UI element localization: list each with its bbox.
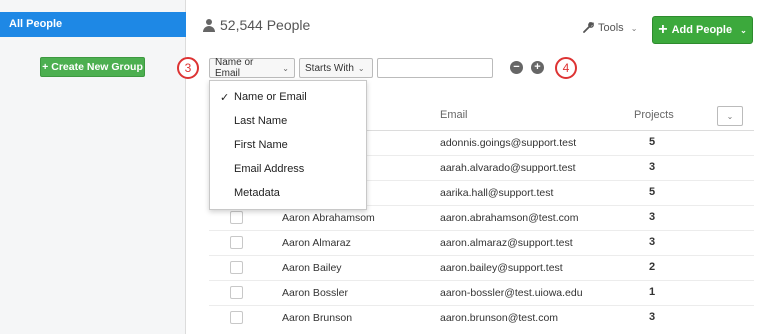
filter-field-select[interactable]: Name or Email ⌄ <box>209 57 295 79</box>
chevron-down-icon: ⌄ <box>282 63 289 73</box>
sidebar: All People + Create New Group <box>0 0 186 334</box>
callout-marker: 4 <box>555 57 577 79</box>
cell-email: aaron.abrahamson@test.com <box>440 212 579 224</box>
cell-email: aarah.alvarado@support.test <box>440 162 576 174</box>
filter-operator-select[interactable]: Starts With ⌄ <box>299 58 373 78</box>
dropdown-option-last-name[interactable]: Last Name <box>210 111 366 131</box>
dropdown-option-label: First Name <box>234 139 288 151</box>
checkmark-icon: ✓ <box>220 91 230 104</box>
plus-icon: + <box>42 61 49 73</box>
cell-projects: 3 <box>649 161 656 173</box>
person-icon <box>203 18 215 32</box>
add-people-label: Add People <box>671 24 733 36</box>
cell-email: aaron-bossler@test.uiowa.edu <box>440 287 583 299</box>
row-checkbox[interactable] <box>230 311 243 324</box>
row-divider <box>209 255 754 256</box>
column-header-projects[interactable]: Projects <box>634 109 674 121</box>
dropdown-option-email-address[interactable]: Email Address <box>210 159 366 179</box>
add-filter-icon[interactable]: + <box>531 61 544 74</box>
filter-operator-value: Starts With <box>305 62 354 74</box>
cell-projects: 5 <box>649 186 656 198</box>
chevron-down-icon: ⌄ <box>726 111 734 121</box>
cell-name[interactable]: Aaron Bailey <box>282 262 342 274</box>
cell-email: aaron.almaraz@support.test <box>440 237 573 249</box>
cell-projects: 3 <box>649 236 656 248</box>
dropdown-option-label: Last Name <box>234 115 288 127</box>
cell-projects: 3 <box>649 211 656 223</box>
cell-email: aaron.bailey@support.test <box>440 262 563 274</box>
create-new-group-button[interactable]: + Create New Group <box>40 57 145 77</box>
cell-email: aaron.brunson@test.com <box>440 312 559 324</box>
create-new-group-label: Create New Group <box>51 61 143 73</box>
filter-field-dropdown: ✓ Name or Email Last Name First Name Ema… <box>209 80 367 210</box>
dropdown-option-metadata[interactable]: Metadata <box>210 183 366 203</box>
cell-name[interactable]: Aaron Almaraz <box>282 237 351 249</box>
filter-field-value: Name or Email <box>215 57 254 79</box>
cell-email: aarika.hall@support.test <box>440 187 554 199</box>
dropdown-option-label: Email Address <box>234 163 305 175</box>
tools-menu-button[interactable]: Tools ⌄ <box>582 22 637 34</box>
cell-name[interactable]: Aaron Brunson <box>282 312 352 324</box>
wrench-icon <box>583 22 594 33</box>
cell-projects: 2 <box>649 261 656 273</box>
people-count-heading: 52,544 People <box>203 17 310 33</box>
callout-marker: 3 <box>177 57 199 79</box>
row-checkbox[interactable] <box>230 261 243 274</box>
row-checkbox[interactable] <box>230 211 243 224</box>
column-options-button[interactable]: ⌄ <box>717 106 743 126</box>
cell-name[interactable]: Aaron Abrahamsom <box>282 212 375 224</box>
dropdown-option-label: Name or Email <box>234 91 307 103</box>
row-divider <box>209 305 754 306</box>
chevron-down-icon: ⌄ <box>630 23 638 33</box>
remove-filter-icon[interactable]: − <box>510 61 523 74</box>
cell-projects: 1 <box>649 286 656 298</box>
chevron-down-icon: ⌄ <box>740 25 747 35</box>
row-checkbox[interactable] <box>230 286 243 299</box>
cell-email: adonnis.goings@support.test <box>440 137 577 149</box>
dropdown-option-label: Metadata <box>234 187 280 199</box>
row-divider <box>209 280 754 281</box>
cell-name[interactable]: Aaron Bossler <box>282 287 348 299</box>
cell-projects: 3 <box>649 311 656 323</box>
row-checkbox[interactable] <box>230 236 243 249</box>
column-header-email[interactable]: Email <box>440 109 468 121</box>
plus-icon: + <box>658 21 668 38</box>
filter-value-input[interactable] <box>377 58 493 78</box>
add-people-button[interactable]: + Add People ⌄ <box>652 16 753 44</box>
dropdown-option-name-or-email[interactable]: ✓ Name or Email <box>210 87 366 107</box>
cell-projects: 5 <box>649 136 656 148</box>
sidebar-item-all-people[interactable]: All People <box>0 12 186 37</box>
people-count-text: 52,544 People <box>220 17 311 33</box>
dropdown-option-first-name[interactable]: First Name <box>210 135 366 155</box>
tools-label: Tools <box>598 22 624 34</box>
chevron-down-icon: ⌄ <box>357 63 365 73</box>
row-divider <box>209 230 754 231</box>
